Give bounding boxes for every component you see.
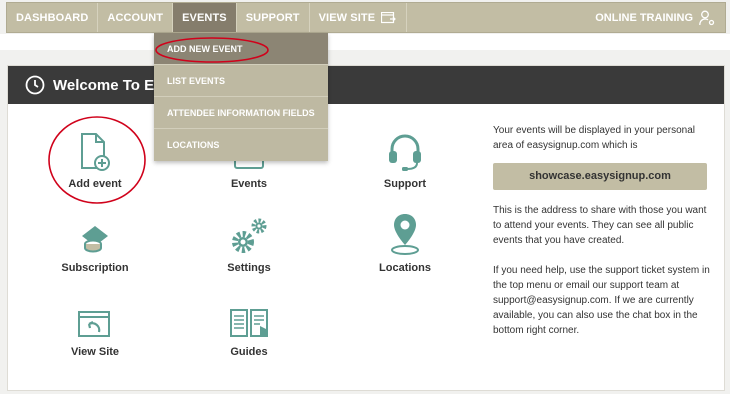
nav-view-site[interactable]: VIEW SITE xyxy=(310,3,408,32)
tile-guides[interactable]: Guides xyxy=(194,296,304,358)
nav-underlay xyxy=(0,34,730,50)
tile-view-site-label: View Site xyxy=(70,346,120,358)
tile-view-site[interactable]: View Site xyxy=(40,296,150,358)
online-training-label: ONLINE TRAINING xyxy=(595,11,693,24)
nav-online-training[interactable]: ONLINE TRAINING xyxy=(595,3,725,32)
events-dropdown: ADD NEW EVENT LIST EVENTS ATTENDEE INFOR… xyxy=(154,33,328,161)
menu-list-events[interactable]: LIST EVENTS xyxy=(154,65,328,97)
info-share: This is the address to share with those … xyxy=(493,205,707,246)
tile-settings[interactable]: Settings xyxy=(194,212,304,274)
clock-icon xyxy=(25,75,45,95)
user-settings-icon xyxy=(699,10,715,25)
tile-add-event-label: Add event xyxy=(68,178,122,190)
tile-events-label: Events xyxy=(230,178,268,190)
welcome-card: Welcome To Easy Add event Events Support… xyxy=(7,65,725,391)
add-document-icon xyxy=(81,133,110,171)
tile-settings-label: Settings xyxy=(227,262,271,274)
nav-events[interactable]: EVENTS xyxy=(173,3,237,32)
info-panel: Your events will be displayed in your pe… xyxy=(493,123,711,353)
tile-locations[interactable]: Locations xyxy=(350,212,460,274)
tile-guides-label: Guides xyxy=(230,346,268,358)
tile-add-event[interactable]: Add event xyxy=(40,128,150,190)
tile-locations-label: Locations xyxy=(379,262,431,274)
nav-dashboard[interactable]: DASHBOARD xyxy=(7,3,99,32)
menu-add-new-event[interactable]: ADD NEW EVENT xyxy=(154,33,328,65)
headset-icon xyxy=(389,134,421,171)
showcase-url-button[interactable]: showcase.easysignup.com xyxy=(493,163,707,190)
menu-locations[interactable]: LOCATIONS xyxy=(154,129,328,161)
view-site-icon xyxy=(381,11,396,23)
info-intro: Your events will be displayed in your pe… xyxy=(493,125,695,151)
tile-support[interactable]: Support xyxy=(350,128,460,190)
top-nav: DASHBOARD ACCOUNT EVENTS SUPPORT VIEW SI… xyxy=(6,2,726,33)
open-book-icon xyxy=(230,309,268,337)
nav-support[interactable]: SUPPORT xyxy=(237,3,310,32)
menu-attendee-information-fields[interactable]: ATTENDEE INFORMATION FIELDS xyxy=(154,97,328,129)
tile-subscription[interactable]: Subscription xyxy=(40,212,150,274)
nav-account[interactable]: ACCOUNT xyxy=(98,3,174,32)
tile-subscription-label: Subscription xyxy=(61,262,129,274)
tile-support-label: Support xyxy=(383,178,427,190)
card-header: Welcome To Easy xyxy=(8,66,724,104)
nav-view-site-label: VIEW SITE xyxy=(318,11,376,24)
gears-icon xyxy=(232,218,267,253)
coins-icon xyxy=(82,226,108,253)
browser-window-icon xyxy=(78,311,110,337)
page: DASHBOARD ACCOUNT EVENTS SUPPORT VIEW SI… xyxy=(0,0,730,394)
info-help: If you need help, use the support ticket… xyxy=(493,265,710,336)
map-pin-icon xyxy=(391,214,419,255)
